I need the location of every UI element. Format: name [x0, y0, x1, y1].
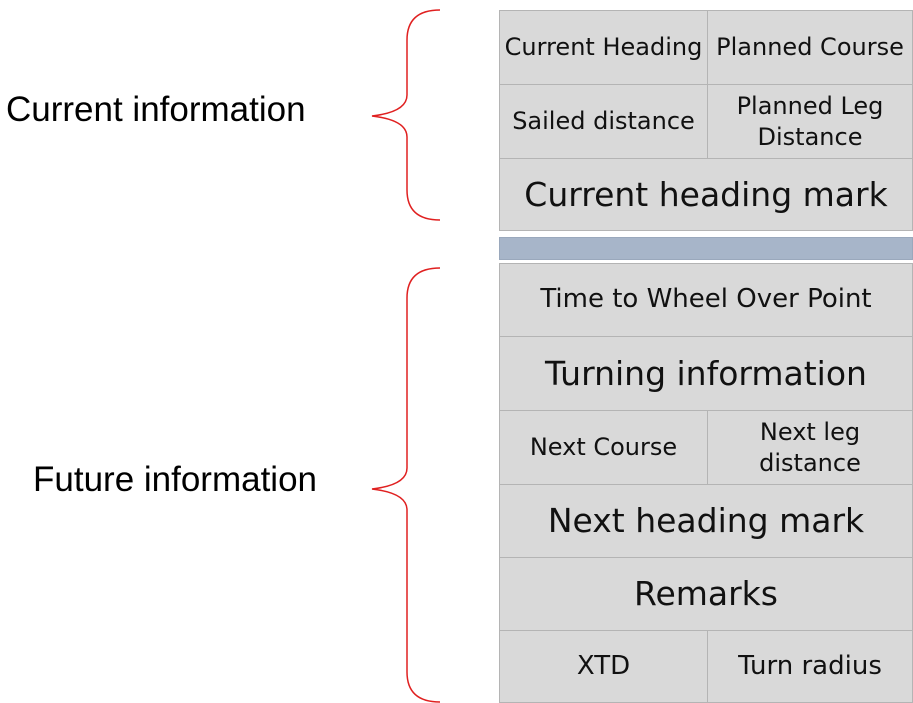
next-course-cell: Next Course [499, 410, 708, 485]
next-leg-distance-cell: Next leg distance [707, 410, 913, 485]
current-heading-mark-cell: Current heading mark [499, 158, 913, 231]
time-to-wheel-over-point-cell: Time to Wheel Over Point [499, 263, 913, 337]
turning-information-cell: Turning information [499, 336, 913, 411]
planned-leg-distance-cell: Planned Leg Distance [707, 84, 913, 159]
current-heading-cell: Current Heading [499, 10, 708, 85]
future-information-brace [371, 267, 441, 703]
next-heading-mark-cell: Next heading mark [499, 484, 913, 558]
xtd-cell: XTD [499, 630, 708, 703]
section-separator [499, 237, 913, 260]
turn-radius-cell: Turn radius [707, 630, 913, 703]
planned-course-cell: Planned Course [707, 10, 913, 85]
sailed-distance-cell: Sailed distance [499, 84, 708, 159]
current-information-brace [371, 9, 441, 221]
remarks-cell: Remarks [499, 557, 913, 631]
